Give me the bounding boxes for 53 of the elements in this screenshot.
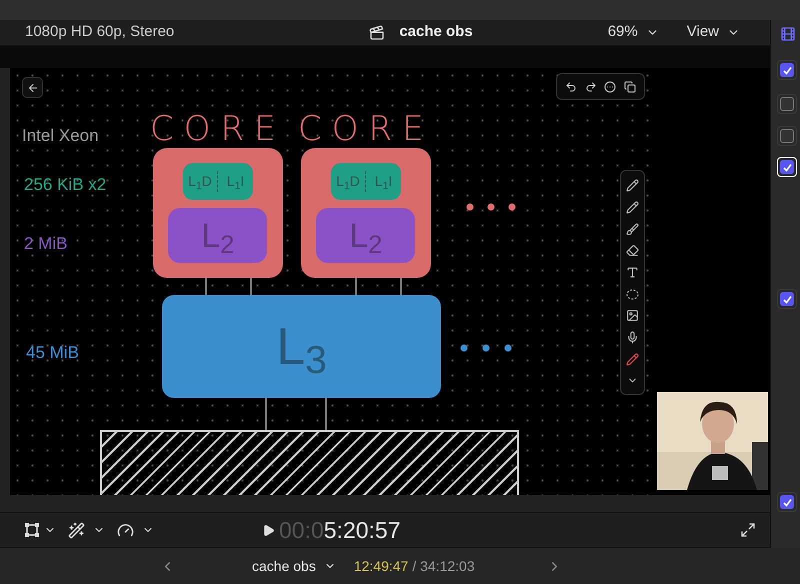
l3-label: L$_{3}$: [276, 320, 327, 372]
undo-icon[interactable]: [564, 80, 577, 92]
format-label: 1080p HD 60p, Stereo: [25, 22, 174, 42]
clapperboard-icon: [369, 24, 386, 40]
redo-icon[interactable]: [584, 80, 597, 92]
checkmark-icon: [782, 498, 792, 506]
play-button[interactable]: [262, 524, 275, 536]
view-dropdown[interactable]: View: [686, 21, 740, 44]
core-title: CORE: [150, 110, 286, 148]
handwritten-label: 256 KiB x2: [24, 174, 106, 196]
l1i-label: L$_{1}$I: [226, 172, 246, 192]
image-icon[interactable]: [626, 309, 639, 322]
film-strip-icon[interactable]: [780, 26, 796, 42]
text-tool-icon[interactable]: [626, 266, 639, 280]
l1i-label: L$_{1}$I: [374, 172, 394, 192]
duration-time: / 34:12:03: [412, 556, 475, 576]
pen-icon[interactable]: [626, 352, 639, 366]
checkmark-icon: [782, 294, 792, 304]
microphone-icon[interactable]: [626, 331, 639, 344]
fullscreen-icon[interactable]: [740, 522, 756, 538]
zoom-dropdown[interactable]: 69%: [608, 21, 659, 44]
transform-button[interactable]: [24, 522, 56, 538]
handwritten-label: 45 MiB: [26, 342, 79, 364]
core-title: CORE: [298, 110, 434, 148]
l1d-label: L$_{1}$D: [330, 171, 366, 192]
checkmark-icon: [782, 162, 792, 172]
eraser-icon[interactable]: [626, 244, 639, 258]
handwritten-label: 2 MiB: [24, 233, 68, 255]
project-dropdown[interactable]: cache obs: [252, 556, 336, 576]
gauge-icon: [117, 522, 134, 538]
l1d-label: L$_{1}$D: [182, 171, 218, 192]
crop-frame-icon: [24, 522, 40, 538]
checkmark-icon: [782, 66, 792, 74]
ellipsis-dots-icon: [460, 344, 512, 352]
l2-label: L$_{2}$: [349, 218, 382, 252]
playhead-time: 12:49:47: [354, 556, 408, 576]
play-icon: [262, 524, 275, 536]
magic-wand-icon: [68, 522, 85, 538]
project-title: cache obs: [399, 22, 473, 42]
handwritten-label: Intel Xeon: [22, 125, 99, 147]
more-icon[interactable]: [604, 80, 616, 92]
pen-icon[interactable]: [626, 179, 639, 192]
marker-icon[interactable]: [626, 222, 639, 236]
l2-label: L$_{2}$: [201, 218, 234, 252]
lasso-icon[interactable]: [626, 288, 639, 301]
enhance-button[interactable]: [68, 522, 105, 538]
back-button[interactable]: [22, 77, 43, 98]
ellipsis-dots-icon: [466, 203, 516, 211]
timecode: 5:20:57: [324, 516, 401, 545]
back-icon: [26, 82, 38, 94]
speed-button[interactable]: [117, 522, 154, 538]
copy-icon[interactable]: [624, 80, 636, 92]
pencil-icon[interactable]: [626, 201, 639, 214]
